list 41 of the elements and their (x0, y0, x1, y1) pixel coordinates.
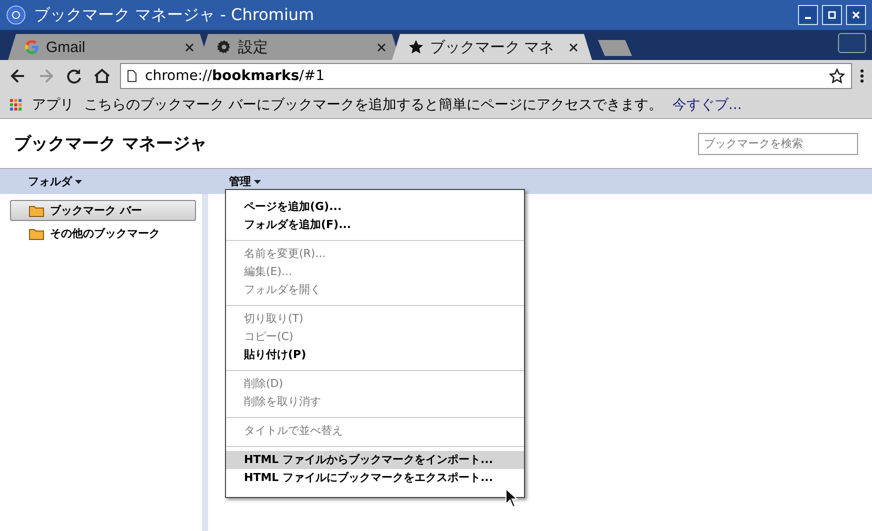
gear-icon (216, 39, 232, 55)
page-icon (127, 70, 137, 82)
bookmarks-bar-message: こちらのブックマーク バーにブックマークを追加すると簡単にページにアクセスできます。 (84, 96, 662, 114)
folder-icon (29, 204, 44, 216)
chromium-logo (6, 5, 26, 25)
star-icon[interactable] (829, 68, 845, 84)
maximize-icon (828, 11, 836, 19)
window-title: ブックマーク マネージャ - Chromium (34, 4, 316, 26)
apps-icon[interactable] (10, 99, 22, 111)
address-bar[interactable]: chrome://bookmarks/#1 (120, 63, 852, 89)
url-text: chrome://bookmarks/#1 (145, 68, 326, 84)
home-icon[interactable] (92, 66, 112, 86)
maximize-button[interactable] (822, 5, 842, 25)
google-icon (24, 39, 40, 55)
caret-icon (75, 180, 82, 184)
page-title: ブックマーク マネージャ (14, 133, 207, 155)
close-button[interactable] (846, 5, 866, 25)
search-field[interactable]: ブックマークを検索 (698, 132, 858, 154)
folder-icon (29, 228, 44, 240)
menu-item[interactable]: ページを追加(G)... (226, 198, 524, 216)
close-icon[interactable] (569, 42, 578, 52)
menu-item[interactable]: フォルダを追加(F)... (226, 216, 524, 234)
menu-icon[interactable] (860, 68, 864, 84)
new-tab-button[interactable] (598, 40, 632, 56)
apps-link[interactable]: アプリ (32, 96, 74, 114)
import-link[interactable]: 今すぐブ... (672, 96, 742, 114)
menu-item[interactable]: HTML ファイルにブックマークをエクスポート... (226, 469, 524, 487)
folder-item[interactable]: ブックマーク バー (10, 200, 196, 221)
close-icon (852, 11, 860, 19)
menu-item[interactable]: 貼り付け(P) (226, 346, 524, 364)
browser-tab[interactable]: ブックマーク マネ (392, 34, 592, 60)
star-icon (408, 39, 424, 55)
profile-button[interactable] (838, 33, 866, 53)
caret-icon (254, 180, 261, 184)
folders-menu[interactable]: フォルダ (28, 174, 82, 189)
organize-menu[interactable]: 管理 (229, 174, 261, 189)
close-icon[interactable] (185, 42, 194, 52)
minimize-button[interactable] (798, 5, 818, 25)
folder-item[interactable]: その他のブックマーク (10, 223, 196, 244)
menu-item[interactable]: HTML ファイルからブックマークをインポート... (226, 451, 524, 469)
close-icon[interactable] (377, 42, 386, 52)
